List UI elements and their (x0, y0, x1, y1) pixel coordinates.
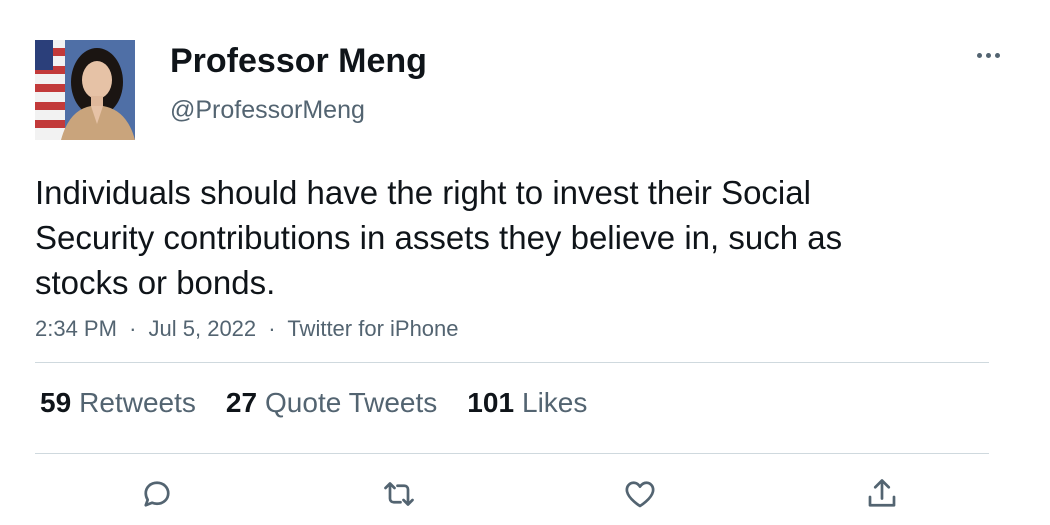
meta-separator: · (129, 316, 137, 341)
likes-stat[interactable]: 101 Likes (467, 387, 587, 419)
tweet-meta: 2:34 PM · Jul 5, 2022 · Twitter for iPho… (35, 316, 459, 342)
tweet-card: Professor Meng @ProfessorMeng Individual… (0, 0, 1050, 525)
reply-button[interactable] (137, 474, 177, 514)
retweets-stat[interactable]: 59 Retweets (40, 387, 196, 419)
retweets-label: Retweets (79, 387, 196, 418)
tweet-time[interactable]: 2:34 PM (35, 316, 117, 341)
avatar-photo (35, 40, 135, 140)
retweet-button[interactable] (379, 474, 419, 514)
like-icon (625, 481, 655, 508)
display-name[interactable]: Professor Meng (170, 42, 427, 81)
more-icon (976, 52, 982, 58)
quote-tweets-stat[interactable]: 27 Quote Tweets (226, 387, 437, 419)
tweet-stats: 59 Retweets 27 Quote Tweets 101 Likes (40, 387, 617, 419)
retweets-count: 59 (40, 387, 72, 418)
divider (35, 362, 989, 363)
tweet-source[interactable]: Twitter for iPhone (287, 316, 458, 341)
quote-tweets-count: 27 (225, 387, 258, 418)
more-options-button[interactable] (968, 40, 1008, 70)
avatar[interactable] (35, 40, 135, 140)
like-button[interactable] (620, 474, 660, 514)
retweet-icon (384, 482, 414, 506)
quote-tweets-label: Quote Tweets (265, 387, 438, 418)
user-handle[interactable]: @ProfessorMeng (170, 96, 365, 125)
reply-icon (144, 481, 170, 507)
meta-separator: · (268, 316, 276, 341)
share-button[interactable] (862, 474, 902, 514)
likes-label: Likes (522, 387, 588, 418)
more-icon-dot (994, 52, 1000, 58)
tweet-text: Individuals should have the right to inv… (35, 174, 843, 301)
likes-count: 101 (467, 387, 515, 418)
divider (35, 453, 989, 454)
more-icon-dot (985, 52, 991, 58)
share-icon (868, 479, 896, 507)
tweet-date[interactable]: Jul 5, 2022 (149, 316, 257, 341)
